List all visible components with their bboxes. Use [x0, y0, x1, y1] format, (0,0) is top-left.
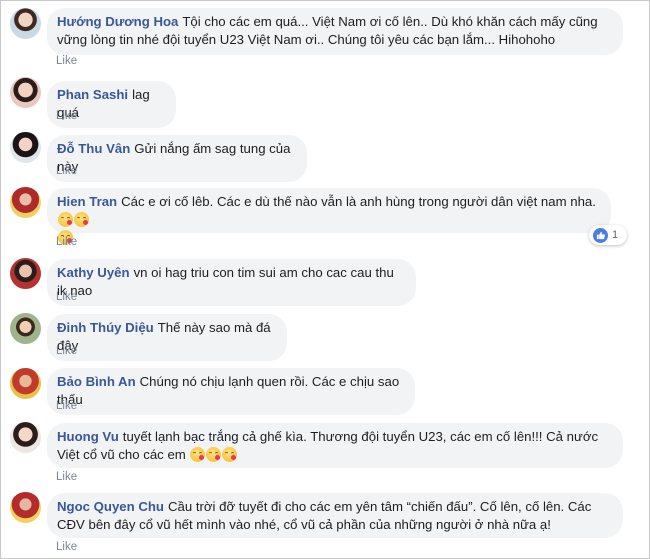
- comment-bubble: Hien Tran Các e ơi cố lêb. Các e dù thế n…: [47, 188, 611, 245]
- commenter-name[interactable]: Đỗ Thu Vân: [57, 141, 130, 156]
- kiss-emoji-icon: [206, 447, 222, 462]
- like-link[interactable]: Like: [56, 110, 77, 122]
- commenter-name[interactable]: Đinh Thúy Diệu: [57, 320, 154, 335]
- kiss-emoji-icon: [190, 447, 206, 462]
- like-link[interactable]: Like: [56, 541, 77, 553]
- avatar[interactable]: [10, 492, 41, 523]
- like-link[interactable]: Like: [56, 345, 77, 357]
- comment-bubble: Đinh Thúy Diệu Thế này sao mà đá đây: [47, 314, 287, 361]
- commenter-name[interactable]: Hướng Dương Hoa: [57, 14, 178, 29]
- like-link[interactable]: Like: [56, 236, 77, 248]
- kiss-emoji-icon: [222, 447, 238, 462]
- thumbs-up-icon: [593, 227, 608, 243]
- avatar[interactable]: [10, 258, 41, 289]
- commenter-name[interactable]: Ngoc Quyen Chu: [57, 499, 164, 514]
- like-link[interactable]: Like: [56, 291, 77, 303]
- reaction-badge[interactable]: 1: [589, 225, 627, 245]
- comment-bubble: Kathy Uyên vn oi hag triu con tim sui am …: [47, 259, 416, 306]
- avatar[interactable]: [10, 422, 41, 453]
- avatar[interactable]: [10, 77, 41, 108]
- comment-bubble: Bảo Bình An Chúng nó chịu lạnh quen rồi. …: [47, 368, 415, 415]
- commenter-name[interactable]: Bảo Bình An: [57, 374, 136, 389]
- comment-bubble: Ngoc Quyen Chu Cầu trời đỡ tuyết đi cho c…: [47, 493, 623, 538]
- commenter-name[interactable]: Huong Vu: [57, 429, 119, 444]
- kiss-emoji-icon: [74, 212, 89, 227]
- avatar[interactable]: [10, 368, 41, 399]
- kiss-emoji-icon: [58, 212, 73, 227]
- avatar[interactable]: [10, 132, 41, 163]
- like-link[interactable]: Like: [56, 55, 77, 67]
- comment-bubble: Hướng Dương Hoa Tội cho các em quá... Việ…: [47, 8, 623, 55]
- comment-text: Các e ơi cố lêb. Các e dù thế nào vẫn là…: [121, 194, 596, 209]
- commenter-name[interactable]: Hien Tran: [57, 194, 117, 209]
- commenter-name[interactable]: Phan Sashi: [57, 87, 128, 102]
- comment-bubble: Huong Vu tuyết lạnh bạc trắng cả ghế kìa.…: [47, 423, 623, 468]
- reaction-count: 1: [612, 229, 619, 241]
- avatar[interactable]: [10, 187, 41, 218]
- comment-text: tuyết lạnh bạc trắng cả ghế kìa. Thương …: [57, 429, 599, 462]
- commenter-name[interactable]: Kathy Uyên: [57, 265, 130, 280]
- comment-list: Hướng Dương Hoa Tội cho các em quá... Việ…: [0, 0, 650, 559]
- like-link[interactable]: Like: [56, 165, 77, 177]
- comment-bubble: Đỗ Thu Vân Gửi nắng ấm sag tung của này: [47, 135, 307, 182]
- avatar[interactable]: [10, 8, 41, 39]
- like-link[interactable]: Like: [56, 471, 77, 483]
- avatar[interactable]: [10, 313, 41, 344]
- like-link[interactable]: Like: [56, 400, 77, 412]
